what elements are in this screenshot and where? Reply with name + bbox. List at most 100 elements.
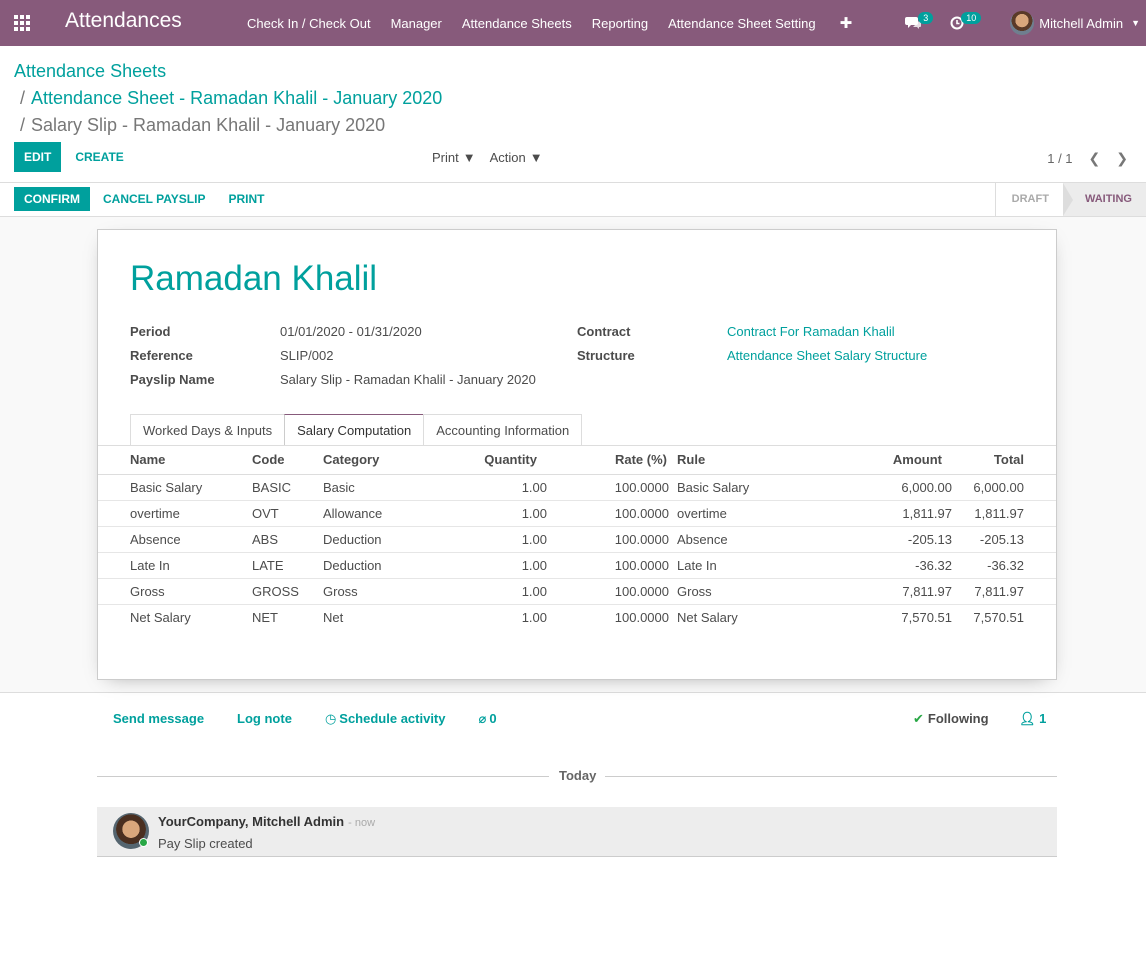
col-total[interactable]: Total (952, 446, 1056, 475)
table-row[interactable]: overtime OVT Allowance 1.00 100.0000 ove… (98, 500, 1056, 527)
send-message-button[interactable]: Send message (113, 711, 204, 727)
contract-link[interactable]: Contract For Ramadan Khalil (727, 324, 895, 348)
edit-button[interactable]: EDIT (14, 142, 62, 172)
menu-item-attendance-sheet-setting[interactable]: Attendance Sheet Setting (658, 16, 825, 31)
print-dropdown[interactable]: Print ▼ (432, 150, 476, 165)
create-button[interactable]: CREATE (65, 142, 133, 172)
messages-badge: 3 (918, 12, 934, 24)
chevron-left-icon[interactable]: ❮ (1089, 150, 1101, 167)
cell-amount: 7,570.51 (901, 609, 952, 625)
breadcrumb-current: Salary Slip - Ramadan Khalil - January 2… (31, 115, 386, 135)
cell-rate: 100.0000 (547, 500, 677, 527)
tab-accounting-information[interactable]: Accounting Information (423, 414, 583, 446)
action-dropdown-label: Action (489, 150, 526, 165)
plus-icon[interactable]: ✚ (826, 14, 867, 32)
sidebar-dropdowns: Print ▼ Action ▼ (432, 150, 557, 165)
cell-total: -36.32 (952, 552, 1056, 579)
payslip-name-value: Salary Slip - Ramadan Khalil - January 2… (280, 372, 536, 387)
right-field-group: Contract Contract For Ramadan Khalil Stru… (577, 324, 927, 372)
table-row[interactable]: Net Salary NET Net 1.00 100.0000 Net Sal… (98, 604, 1056, 630)
cell-rate: 100.0000 (547, 526, 677, 553)
cell-rate: 100.0000 (614, 609, 669, 625)
cell-total: 7,570.51 (973, 609, 1024, 625)
table-row[interactable]: Basic Salary BASIC Basic 1.00 100.0000 B… (98, 474, 1056, 501)
chatter-message: YourCompany, Mitchell Admin - now Pay Sli… (97, 807, 1057, 857)
clock-icon: ◷ (324, 711, 337, 726)
col-name[interactable]: Name (98, 446, 252, 475)
date-separator: Today (97, 768, 1057, 786)
table-row[interactable]: Gross GROSS Gross 1.00 100.0000 Gross 7,… (98, 578, 1056, 605)
col-rule[interactable]: Rule (677, 446, 822, 475)
activities-badge: 10 (961, 12, 982, 24)
chevron-right-icon[interactable]: ❯ (1116, 150, 1128, 167)
col-category[interactable]: Category (323, 446, 447, 475)
app-title[interactable]: Attendances (65, 9, 182, 33)
schedule-activity-label: Schedule activity (339, 711, 446, 726)
message-author[interactable]: YourCompany, Mitchell Admin (158, 814, 344, 829)
cell-name: Net Salary (130, 609, 191, 625)
top-navbar: Attendances Check In / Check Out Manager… (0, 0, 1146, 46)
menu-item-reporting[interactable]: Reporting (582, 16, 658, 31)
cell-category: Net (323, 609, 344, 625)
table-header-row: Name Code Category Quantity Rate (%) Rul… (98, 446, 1056, 475)
message-header: YourCompany, Mitchell Admin - now (158, 814, 375, 829)
cell-amount: 6,000.00 (822, 474, 952, 501)
followers-button[interactable]: 👤︎ 1 (1019, 711, 1046, 727)
cell-name: Gross (98, 578, 252, 605)
menu-item-check-in-out[interactable]: Check In / Check Out (237, 16, 381, 31)
cell-rate: 100.0000 (547, 474, 677, 501)
structure-link[interactable]: Attendance Sheet Salary Structure (727, 348, 927, 372)
cell-code: BASIC (252, 474, 323, 501)
apps-menu-icon[interactable] (14, 15, 32, 31)
form-buttons: EDIT CREATE (14, 142, 134, 172)
caret-down-icon: ▼ (462, 150, 476, 165)
status-steps: DRAFT WAITING (994, 183, 1146, 216)
attachments-button[interactable]: ⌀ 0 (479, 711, 497, 727)
status-draft: DRAFT (994, 183, 1074, 216)
cell-category: Allowance (323, 500, 447, 527)
cell-quantity: 1.00 (521, 609, 547, 625)
employee-name: Ramadan Khalil (130, 259, 378, 298)
col-code[interactable]: Code (252, 446, 323, 475)
menu-item-manager[interactable]: Manager (381, 16, 452, 31)
activity-menu[interactable]: 10 (950, 12, 984, 30)
user-avatar (1010, 11, 1035, 35)
log-note-button[interactable]: Log note (237, 711, 292, 727)
left-field-group: Period 01/01/2020 - 01/31/2020 Reference S… (130, 324, 536, 396)
salary-lines-table: Name Code Category Quantity Rate (%) Rul… (98, 446, 1056, 630)
cancel-payslip-button[interactable]: CANCEL PAYSLIP (93, 187, 215, 211)
menu-item-attendance-sheets[interactable]: Attendance Sheets (452, 16, 582, 31)
message-body: Pay Slip created (158, 836, 253, 851)
table-row[interactable]: Absence ABS Deduction 1.00 100.0000 Abse… (98, 526, 1056, 553)
user-name: Mitchell Admin (1039, 15, 1124, 31)
tab-worked-days-inputs[interactable]: Worked Days & Inputs (130, 414, 286, 446)
cell-rule: Gross (677, 578, 822, 605)
cell-quantity: 1.00 (447, 526, 547, 553)
table-row[interactable]: Late In LATE Deduction 1.00 100.0000 Lat… (98, 552, 1056, 579)
user-menu[interactable]: Mitchell Admin ▼ (1010, 11, 1140, 35)
print-button[interactable]: PRINT (218, 187, 274, 211)
cell-code: LATE (252, 552, 323, 579)
systray: 3 10 Mitchell Admin ▼ (905, 0, 1146, 46)
messaging-menu[interactable]: 3 (905, 12, 936, 30)
cell-code: OVT (252, 500, 323, 527)
reference-label: Reference (130, 348, 193, 363)
user-icon: 👤︎ (1019, 711, 1036, 726)
breadcrumb-separator: / (20, 88, 26, 108)
tab-salary-computation[interactable]: Salary Computation (284, 414, 425, 446)
col-quantity[interactable]: Quantity (447, 446, 547, 475)
col-rate[interactable]: Rate (%) (547, 446, 677, 475)
action-dropdown[interactable]: Action ▼ (490, 150, 543, 165)
following-button[interactable]: ✔ Following (913, 711, 989, 727)
online-status-icon (139, 838, 148, 847)
col-amount[interactable]: Amount (822, 446, 952, 475)
cell-quantity: 1.00 (447, 578, 547, 605)
pager-value[interactable]: 1 / 1 (1047, 151, 1072, 166)
confirm-button[interactable]: CONFIRM (14, 187, 90, 211)
breadcrumb-attendance-sheets[interactable]: Attendance Sheets (14, 61, 166, 81)
cell-total: -205.13 (952, 526, 1056, 553)
main-menu: Check In / Check Out Manager Attendance … (237, 0, 866, 46)
cell-rule: Basic Salary (677, 474, 822, 501)
schedule-activity-button[interactable]: ◷ Schedule activity (325, 711, 446, 727)
breadcrumb-attendance-sheet[interactable]: Attendance Sheet - Ramadan Khalil - Janu… (31, 88, 442, 108)
